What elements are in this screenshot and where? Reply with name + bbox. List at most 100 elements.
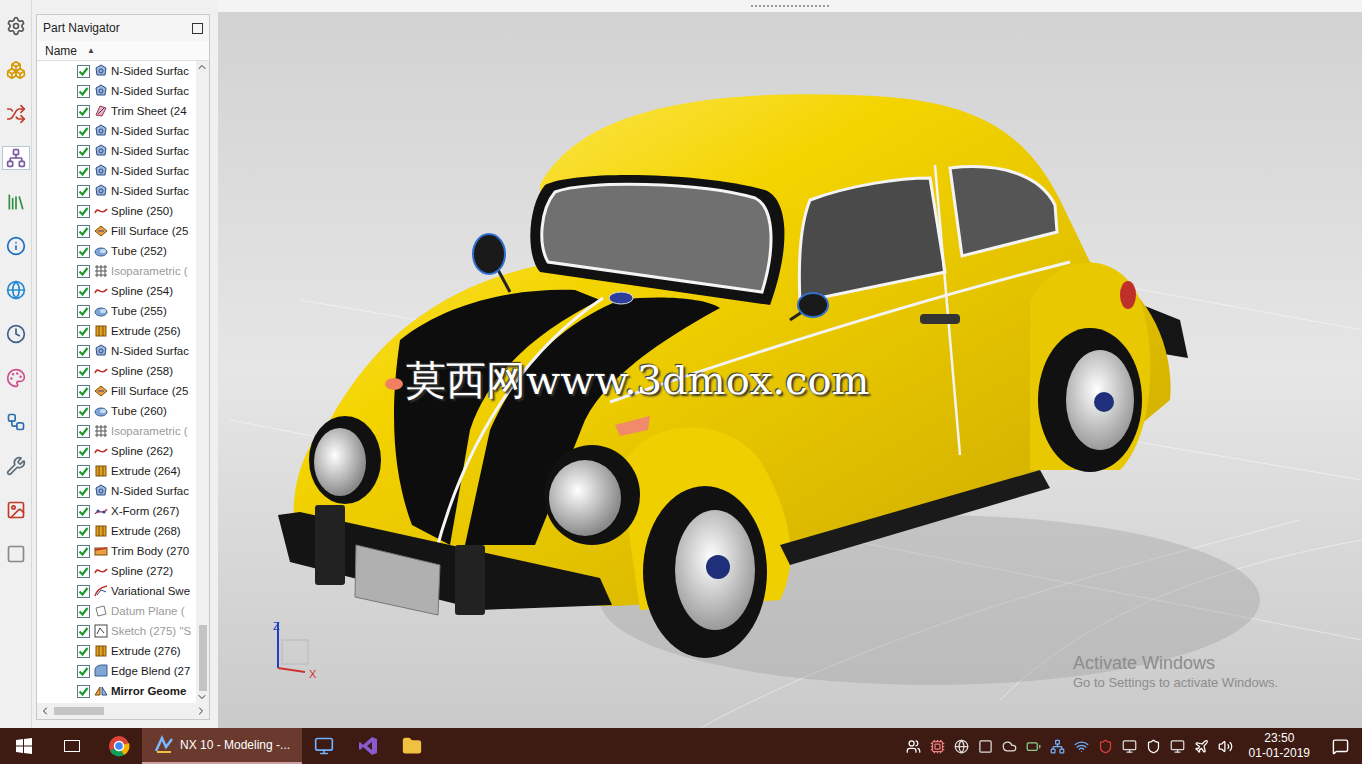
visibility-checkbox[interactable] [77,85,90,98]
start-button[interactable] [0,738,48,754]
resource-tab[interactable] [2,410,30,434]
navigator-row[interactable]: Isoparametric ( [37,261,196,281]
visibility-checkbox[interactable] [77,385,90,398]
navigator-row[interactable]: N-Sided Surfac [37,341,196,361]
resource-tab[interactable] [2,102,30,126]
navigator-row[interactable]: Trim Body (270 [37,541,196,561]
visibility-checkbox[interactable] [77,545,90,558]
taskbar-app[interactable] [96,728,142,764]
visibility-checkbox[interactable] [77,105,90,118]
resource-tab[interactable] [2,146,30,170]
visibility-checkbox[interactable] [77,525,90,538]
resource-tab[interactable] [2,58,30,82]
globe-icon[interactable] [954,739,969,754]
visibility-checkbox[interactable] [77,125,90,138]
scroll-right-icon[interactable] [195,705,207,717]
navigator-row[interactable]: Isoparametric ( [37,421,196,441]
cloud-icon[interactable] [1002,739,1017,754]
navigator-row[interactable]: Tube (252) [37,241,196,261]
visibility-checkbox[interactable] [77,665,90,678]
visibility-checkbox[interactable] [77,285,90,298]
visibility-checkbox[interactable] [77,225,90,238]
navigator-row[interactable]: Extrude (264) [37,461,196,481]
navigator-row[interactable]: Spline (258) [37,361,196,381]
visibility-checkbox[interactable] [77,145,90,158]
visibility-checkbox[interactable] [77,445,90,458]
navigator-row[interactable]: Spline (272) [37,561,196,581]
visibility-checkbox[interactable] [77,605,90,618]
visibility-checkbox[interactable] [77,645,90,658]
scroll-up-icon[interactable] [196,61,208,73]
clock[interactable]: 23:5001-01-2019 [1241,731,1318,761]
visibility-checkbox[interactable] [77,505,90,518]
navigator-row[interactable]: Trim Sheet (24 [37,101,196,121]
navigator-row[interactable]: Extrude (276) [37,641,196,661]
visibility-checkbox[interactable] [77,485,90,498]
battery-icon[interactable] [1026,739,1041,754]
task-view-button[interactable] [48,740,96,752]
resource-tab[interactable] [2,190,30,214]
resource-tab[interactable] [2,366,30,390]
visibility-checkbox[interactable] [77,465,90,478]
navigator-row[interactable]: X-Form (267) [37,501,196,521]
navigator-row[interactable]: Spline (254) [37,281,196,301]
visibility-checkbox[interactable] [77,405,90,418]
navigator-row[interactable]: Tube (255) [37,301,196,321]
maximize-button[interactable] [192,23,203,34]
navigator-row[interactable]: N-Sided Surfac [37,121,196,141]
defender-icon[interactable] [1146,739,1161,754]
scroll-down-icon[interactable] [196,691,208,703]
navigator-row[interactable]: N-Sided Surfac [37,181,196,201]
navigator-row[interactable]: Tube (260) [37,401,196,421]
visibility-checkbox[interactable] [77,325,90,338]
navigator-row[interactable]: Datum Plane ( [37,601,196,621]
resource-tab[interactable] [2,454,30,478]
network-app-icon[interactable] [1050,739,1065,754]
resource-tab[interactable] [2,14,30,38]
vertical-scrollbar[interactable] [196,61,209,703]
navigator-row[interactable]: N-Sided Surfac [37,81,196,101]
visibility-checkbox[interactable] [77,565,90,578]
wifi-icon[interactable] [1074,739,1089,754]
screen-icon[interactable] [1170,739,1185,754]
resource-tab[interactable] [2,278,30,302]
navigator-row[interactable]: Extrude (256) [37,321,196,341]
taskbar-app[interactable] [346,728,390,764]
tray-box-icon[interactable] [978,739,993,754]
navigator-row[interactable]: N-Sided Surfac [37,141,196,161]
navigator-row[interactable]: Fill Surface (25 [37,381,196,401]
navigator-row[interactable]: Variational Swe [37,581,196,601]
resource-tab[interactable] [2,542,30,566]
taskbar-app[interactable]: NX 10 - Modeling -... [142,728,302,764]
top-grip-bar[interactable] [218,0,1362,12]
display-icon[interactable] [1122,739,1137,754]
taskbar-app[interactable] [390,728,434,764]
navigator-row[interactable]: Mirror Geome [37,681,196,701]
resource-tab[interactable] [2,234,30,258]
resource-tab[interactable] [2,322,30,346]
app-tray-icon[interactable] [930,739,945,754]
navigator-row[interactable]: N-Sided Surfac [37,481,196,501]
scroll-thumb[interactable] [199,625,207,691]
visibility-checkbox[interactable] [77,625,90,638]
people-icon[interactable] [906,739,921,754]
horizontal-scrollbar[interactable] [37,703,209,719]
visibility-checkbox[interactable] [77,205,90,218]
visibility-checkbox[interactable] [77,265,90,278]
visibility-checkbox[interactable] [77,365,90,378]
visibility-checkbox[interactable] [77,425,90,438]
visibility-checkbox[interactable] [77,185,90,198]
navigator-row[interactable]: N-Sided Surfac [37,61,196,81]
visibility-checkbox[interactable] [77,165,90,178]
airplane-icon[interactable] [1194,739,1209,754]
navigator-row[interactable]: Extrude (268) [37,521,196,541]
security-icon[interactable] [1098,739,1113,754]
visibility-checkbox[interactable] [77,65,90,78]
navigator-row[interactable]: Spline (250) [37,201,196,221]
resource-tab[interactable] [2,498,30,522]
navigator-row[interactable]: N-Sided Surfac [37,161,196,181]
visibility-checkbox[interactable] [77,585,90,598]
graphics-window[interactable]: ZX莫西网www.3dmox.comActivate WindowsGo to … [218,12,1362,728]
visibility-checkbox[interactable] [77,685,90,698]
visibility-checkbox[interactable] [77,345,90,358]
